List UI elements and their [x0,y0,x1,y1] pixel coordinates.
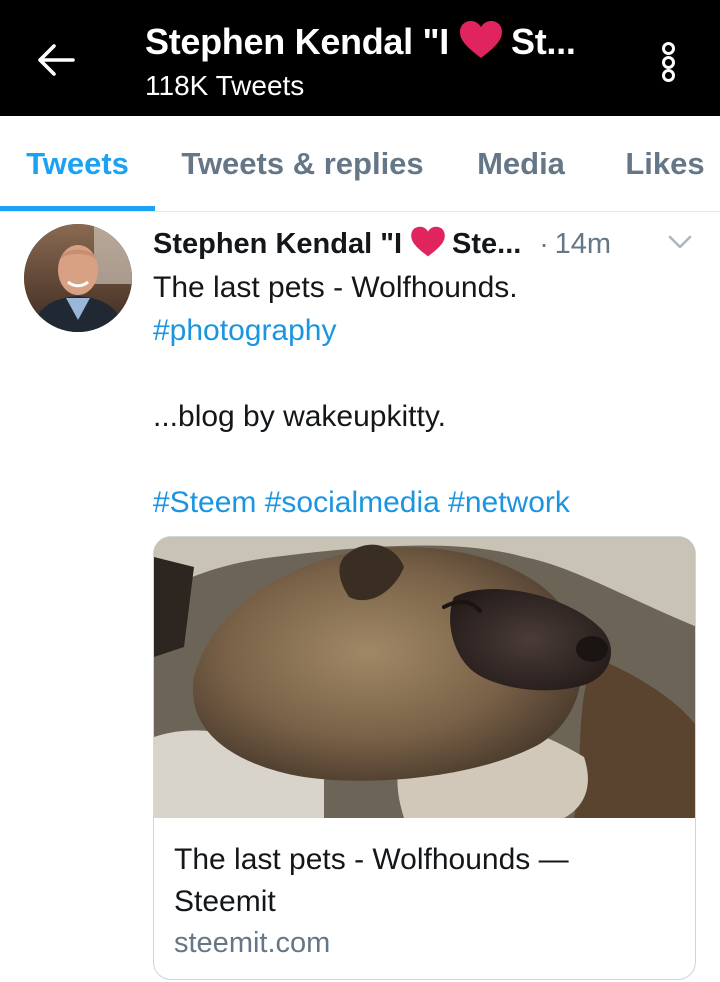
header-title-prefix: Stephen Kendal "I [145,21,450,62]
back-button[interactable] [30,38,82,82]
more-vertical-icon-dot [661,55,675,69]
card-image [154,537,695,818]
tweet-header: Stephen Kendal "I Ste... · 14m [153,222,698,266]
active-tab-indicator [0,206,155,211]
author-name-prefix[interactable]: Stephen Kendal "I [153,228,402,261]
heart-icon [410,226,446,263]
more-vertical-icon [661,42,675,55]
profile-header: Stephen Kendal "I St... 118K Tweets [0,0,720,116]
tweet-text-line: The last pets - Wolfhounds. [153,271,518,304]
author-name-suffix[interactable]: Ste... [452,228,521,261]
link-card[interactable]: The last pets - Wolfhounds — Steemit ste… [153,536,696,980]
tab-media[interactable]: Media [450,116,592,212]
hashtag-link[interactable]: #photography [153,314,337,347]
header-title-block: Stephen Kendal "I St... 118K Tweets [145,14,615,102]
card-title: The last pets - Wolfhounds — Steemit [174,843,569,918]
tab-likes[interactable]: Likes [592,116,720,212]
tab-tweets[interactable]: Tweets [0,116,155,212]
tab-tweets-replies[interactable]: Tweets & replies [155,116,450,212]
more-vertical-icon-dot [661,69,675,82]
arrow-left-icon [38,44,75,76]
profile-tabs: Tweets Tweets & replies Media Likes [0,116,720,212]
tweet-body: The last pets - Wolfhounds. #photography… [153,266,698,524]
header-title-suffix: St... [511,21,576,62]
card-domain: steemit.com [174,927,331,959]
hashtag-link[interactable]: #Steem [153,486,256,519]
tweet-timestamp[interactable]: 14m [555,228,611,261]
avatar[interactable] [24,224,132,332]
tweet-text-line: ...blog by wakeupkitty. [153,400,446,433]
chevron-down-icon[interactable] [666,232,694,252]
meta-separator: · [539,228,549,259]
heart-icon [459,20,503,65]
more-options-button[interactable] [650,38,686,86]
tweet-count: 118K Tweets [145,70,305,101]
header-title: Stephen Kendal "I St... [145,14,615,70]
hashtag-link[interactable]: #network [448,486,570,519]
hashtag-link[interactable]: #socialmedia [265,486,440,519]
